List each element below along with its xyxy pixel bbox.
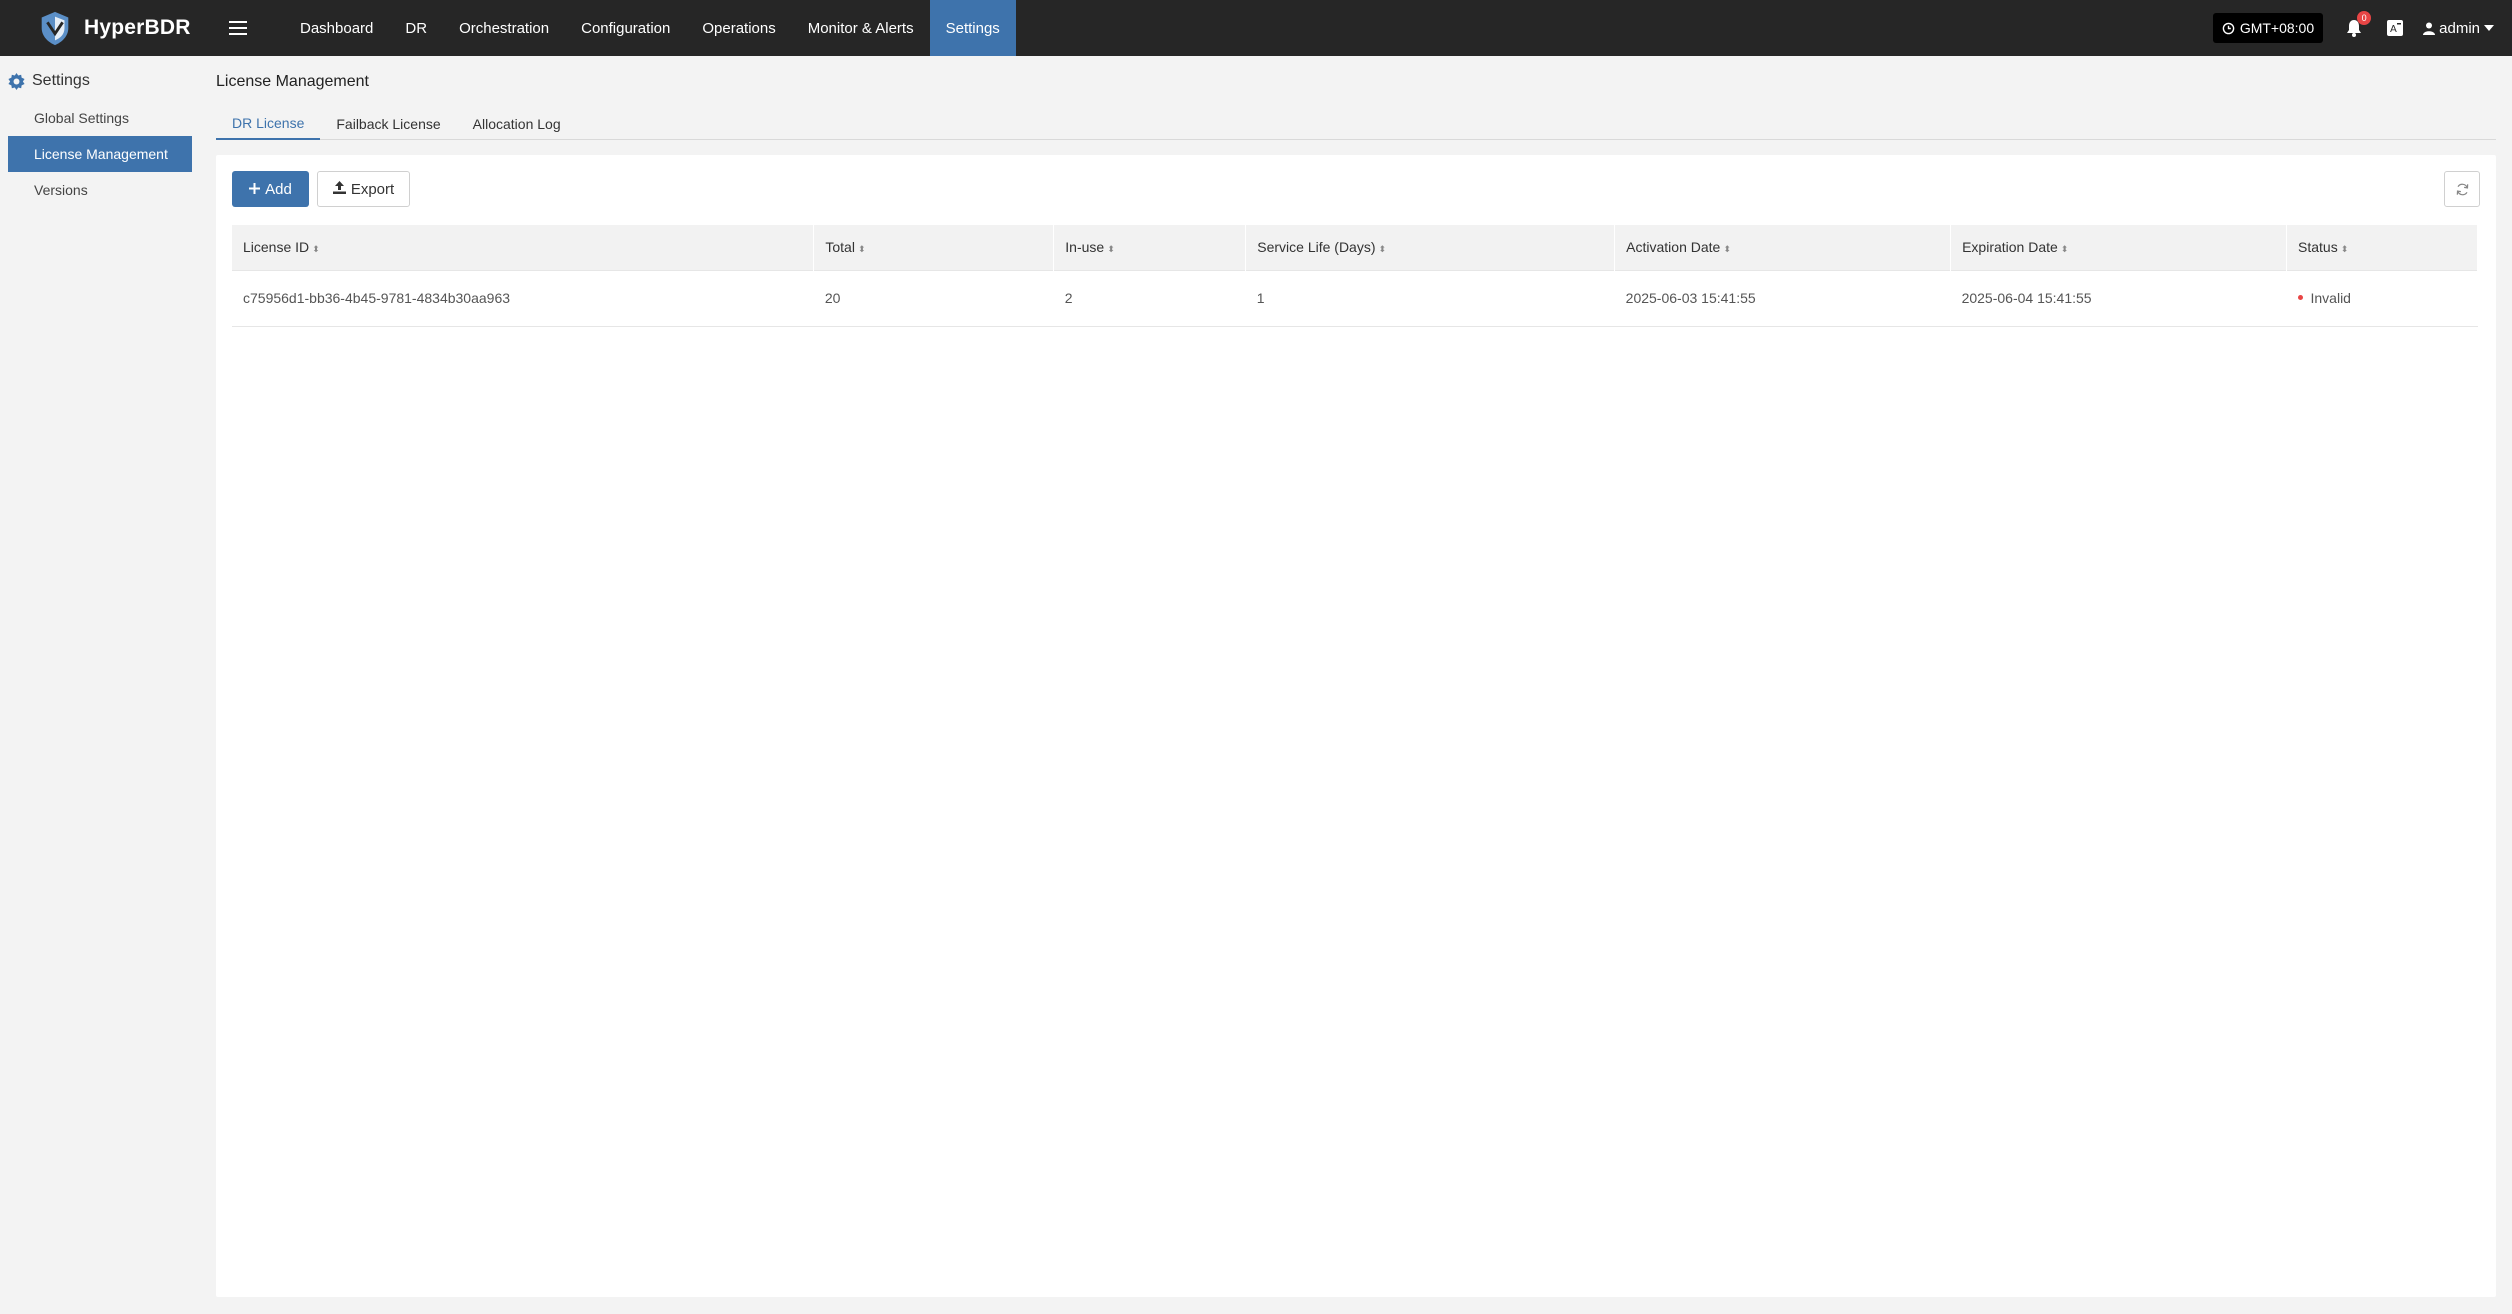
nav-settings[interactable]: Settings	[929, 0, 1016, 56]
export-button-label: Export	[350, 180, 395, 198]
user-icon	[2423, 22, 2436, 35]
clock-icon	[2222, 22, 2235, 34]
app-logo[interactable]: HyperBDR	[36, 9, 206, 47]
tab-failback-license[interactable]: Failback License	[320, 108, 456, 140]
col-service-life-label: Service Life (Days)	[1257, 239, 1376, 256]
sort-icon[interactable]: ⬍	[1107, 244, 1115, 254]
col-license-id[interactable]: License ID ⬍	[232, 225, 815, 270]
add-button[interactable]: Add	[232, 171, 309, 207]
sort-icon[interactable]: ⬍	[2061, 244, 2069, 254]
col-activation-date-label: Activation Date	[1626, 239, 1721, 256]
col-total[interactable]: Total ⬍	[813, 225, 1055, 270]
license-table: License ID ⬍ Total ⬍ In-use ⬍ Service Life …	[232, 225, 2478, 327]
gear-icon	[8, 72, 25, 90]
page-title: License Management	[216, 73, 369, 90]
status-dot	[2297, 294, 2303, 300]
tab-allocation-log[interactable]: Allocation Log	[457, 108, 577, 140]
cell-total: 20	[813, 269, 1054, 327]
col-status[interactable]: Status ⬍	[2286, 225, 2478, 270]
shield-logo-icon	[41, 11, 69, 46]
status-label: Invalid	[2310, 290, 2351, 306]
language-switch-icon[interactable]: A	[2385, 18, 2405, 38]
col-expiration-date-label: Expiration Date	[1962, 239, 2058, 256]
license-card: Add Export License ID ⬍ Total ⬍ In-use ⬍ Se…	[216, 155, 2496, 1297]
col-in-use[interactable]: In-use ⬍	[1053, 225, 1247, 270]
timezone-label: GMT+08:00	[2239, 20, 2315, 36]
col-expiration-date[interactable]: Expiration Date ⬍	[1950, 225, 2287, 270]
alert-count-badge: 0	[2357, 11, 2372, 25]
table-header-row: License ID ⬍ Total ⬍ In-use ⬍ Service Life …	[232, 225, 2478, 270]
app-name: HyperBDR	[84, 16, 191, 39]
col-service-life[interactable]: Service Life (Days) ⬍	[1245, 225, 1616, 270]
alerts-button[interactable]: 0	[2343, 11, 2372, 39]
col-license-id-label: License ID	[243, 239, 310, 256]
sort-icon[interactable]: ⬍	[858, 244, 866, 254]
col-total-label: Total	[825, 239, 855, 256]
nav-configuration[interactable]: Configuration	[565, 0, 686, 56]
table-row[interactable]: c75956d1-bb36-4b45-9781-4834b30aa963 20 …	[232, 269, 2478, 327]
nav-orchestration[interactable]: Orchestration	[443, 0, 565, 56]
user-menu[interactable]: admin	[2419, 20, 2498, 37]
timezone-button[interactable]: GMT+08:00	[2212, 13, 2324, 43]
refresh-button[interactable]	[2444, 171, 2480, 207]
sidebar-item-global-settings[interactable]: Global Settings	[8, 100, 192, 136]
nav-operations[interactable]: Operations	[686, 0, 791, 56]
sidebar-heading-label: Settings	[32, 72, 90, 89]
sidebar: Settings Global Settings License Managem…	[0, 56, 200, 1314]
license-tabs: DR License Failback License Allocation L…	[216, 108, 2496, 140]
svg-text:A: A	[2390, 24, 2397, 35]
caret-down-icon	[2484, 25, 2494, 31]
upload-icon	[332, 180, 346, 198]
tab-dr-license[interactable]: DR License	[216, 108, 321, 140]
user-name: admin	[2439, 19, 2480, 37]
cell-status: Invalid	[2286, 269, 2478, 327]
sort-icon[interactable]: ⬍	[1379, 244, 1387, 254]
sidebar-item-license-management[interactable]: License Management	[8, 136, 192, 172]
export-button[interactable]: Export	[317, 171, 410, 207]
sort-icon[interactable]: ⬍	[2341, 244, 2349, 254]
nav-monitor-alerts[interactable]: Monitor & Alerts	[792, 0, 930, 56]
menu-toggle-icon[interactable]	[220, 10, 256, 46]
cell-activation-date: 2025-06-03 15:41:55	[1614, 269, 1951, 327]
cell-expiration-date: 2025-06-04 15:41:55	[1950, 269, 2287, 327]
top-navbar: HyperBDR Dashboard DR Orchestration Conf…	[0, 0, 2512, 56]
col-status-label: Status	[2298, 239, 2338, 256]
col-activation-date[interactable]: Activation Date ⬍	[1614, 225, 1952, 270]
nav-dr[interactable]: DR	[389, 0, 443, 56]
add-button-label: Add	[265, 180, 292, 198]
col-in-use-label: In-use	[1065, 239, 1105, 256]
cell-in-use: 2	[1053, 269, 1246, 327]
main-nav: Dashboard DR Orchestration Configuration…	[284, 0, 1016, 56]
plus-icon	[249, 181, 261, 198]
sort-icon[interactable]: ⬍	[1723, 244, 1731, 254]
nav-dashboard[interactable]: Dashboard	[284, 0, 389, 56]
cell-license-id: c75956d1-bb36-4b45-9781-4834b30aa963	[232, 269, 814, 327]
refresh-icon	[2456, 183, 2468, 195]
sidebar-heading: Settings	[0, 56, 200, 106]
cell-service-life: 1	[1245, 269, 1615, 327]
sort-icon[interactable]: ⬍	[312, 244, 320, 254]
sidebar-item-versions[interactable]: Versions	[8, 172, 192, 208]
